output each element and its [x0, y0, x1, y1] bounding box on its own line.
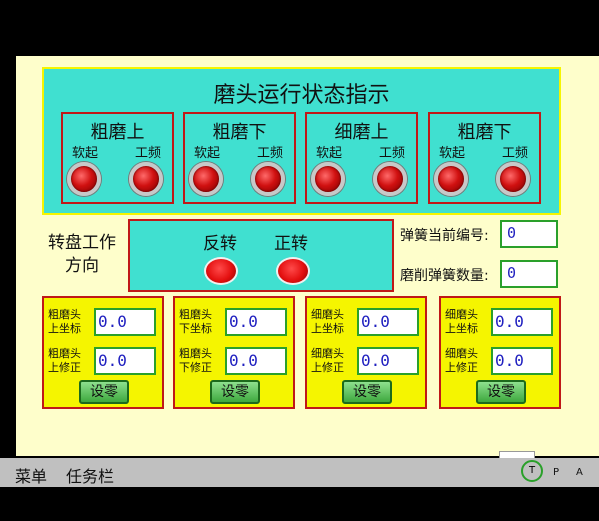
correction-value-field[interactable]: 0.0	[491, 347, 553, 375]
soft-start-indicator-lamp	[434, 162, 468, 196]
motor-box-coarse-upper: 粗磨上 软起 工频	[61, 112, 174, 204]
power-freq-indicator-lamp	[251, 162, 285, 196]
coord-panel-coarse-lower: 粗磨头 下坐标 0.0 粗磨头 下修正 0.0 设零	[173, 296, 295, 409]
coord-panel-fine-upper-2: 细磨头 上坐标 0.0 细磨头 上修正 0.0 设零	[439, 296, 561, 409]
motor-name: 细磨上	[334, 122, 389, 143]
power-freq-label: 工频	[502, 146, 529, 161]
t-label: T	[528, 465, 536, 476]
soft-start-indicator-lamp	[67, 162, 101, 196]
correction-label: 粗磨头 上修正	[48, 347, 81, 374]
power-freq-indicator-lamp	[496, 162, 530, 196]
set-zero-button[interactable]: 设零	[79, 380, 129, 404]
turntable-direction-panel: 反转 正转	[128, 219, 394, 292]
spring-count-label: 磨削弹簧数量:	[400, 268, 489, 284]
correction-value-field[interactable]: 0.0	[357, 347, 419, 375]
soft-start-label: 软起	[439, 146, 466, 161]
reverse-label: 反转	[203, 234, 237, 254]
panel-title: 磨头运行状态指示	[213, 83, 390, 108]
forward-indicator-lamp	[276, 257, 310, 285]
coord-label: 细磨头 上坐标	[445, 308, 478, 335]
power-freq-label: 工频	[257, 146, 284, 161]
coordinate-value-field[interactable]: 0.0	[491, 308, 553, 336]
motor-box-fine-upper: 细磨上 软起 工频	[305, 112, 418, 204]
spring-number-label: 弹簧当前编号:	[400, 228, 489, 244]
t-circle-button[interactable]: T	[521, 460, 543, 482]
turntable-label-line1: 转盘工作	[48, 233, 116, 253]
spring-number-field[interactable]: 0	[500, 220, 558, 248]
coord-panel-coarse-upper: 粗磨头 上坐标 0.0 粗磨头 上修正 0.0 设零	[42, 296, 164, 409]
set-zero-button[interactable]: 设零	[476, 380, 526, 404]
coordinate-value-field[interactable]: 0.0	[94, 308, 156, 336]
correction-label: 细磨头 上修正	[311, 347, 344, 374]
coordinate-value-field[interactable]: 0.0	[357, 308, 419, 336]
power-freq-label: 工频	[135, 146, 162, 161]
coordinate-value-field[interactable]: 0.0	[225, 308, 287, 336]
motor-name: 粗磨下	[212, 122, 267, 143]
soft-start-label: 软起	[194, 146, 221, 161]
set-zero-button[interactable]: 设零	[342, 380, 392, 404]
correction-label: 细磨头 上修正	[445, 347, 478, 374]
power-freq-indicator-lamp	[373, 162, 407, 196]
a-button[interactable]: A	[576, 467, 583, 478]
power-freq-indicator-lamp	[129, 162, 163, 196]
turntable-label-line2: 方向	[65, 256, 99, 276]
turntable-direction-label: 转盘工作 方向	[40, 232, 124, 278]
spring-count-field[interactable]: 0	[500, 260, 558, 288]
p-button[interactable]: P	[553, 467, 559, 478]
motor-name: 粗磨下	[457, 122, 512, 143]
power-freq-label: 工频	[379, 146, 406, 161]
coord-label: 粗磨头 上坐标	[48, 308, 81, 335]
coord-label: 粗磨头 下坐标	[179, 308, 212, 335]
soft-start-label: 软起	[316, 146, 343, 161]
correction-value-field[interactable]: 0.0	[225, 347, 287, 375]
taskbar: 菜单 任务栏 T P A	[0, 458, 599, 487]
correction-label: 粗磨头 下修正	[179, 347, 212, 374]
motor-box-coarse-lower: 粗磨下 软起 工频	[183, 112, 296, 204]
soft-start-label: 软起	[72, 146, 99, 161]
soft-start-indicator-lamp	[189, 162, 223, 196]
set-zero-button[interactable]: 设零	[210, 380, 260, 404]
motor-box-coarse-lower-2: 粗磨下 软起 工频	[428, 112, 541, 204]
soft-start-indicator-lamp	[311, 162, 345, 196]
correction-value-field[interactable]: 0.0	[94, 347, 156, 375]
coord-label: 细磨头 上坐标	[311, 308, 344, 335]
menu-button[interactable]: 菜单	[15, 463, 47, 487]
taskbar-button[interactable]: 任务栏	[66, 463, 114, 487]
forward-label: 正转	[274, 234, 308, 254]
motor-name: 粗磨上	[90, 122, 145, 143]
reverse-indicator-lamp	[204, 257, 238, 285]
coord-panel-fine-upper: 细磨头 上坐标 0.0 细磨头 上修正 0.0 设零	[305, 296, 427, 409]
